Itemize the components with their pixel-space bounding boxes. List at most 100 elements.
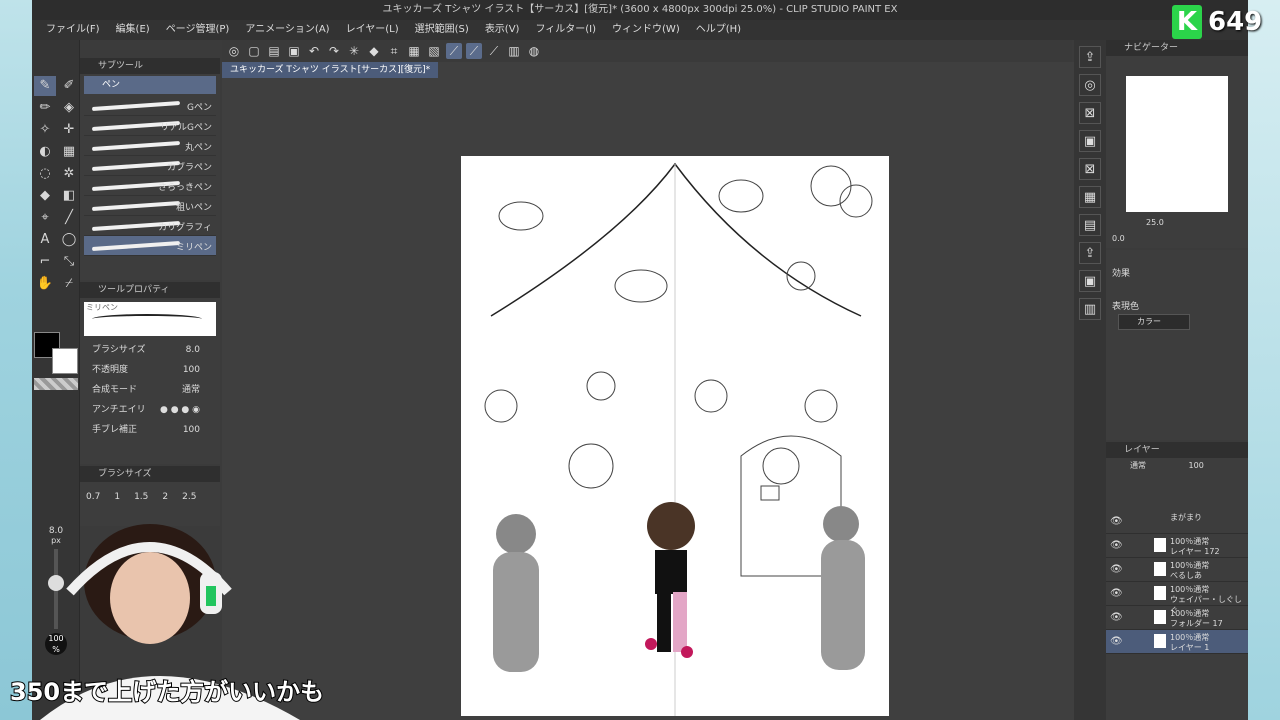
eraser-tool-icon[interactable]: ◈ [58, 98, 80, 118]
smart-icon[interactable]: ◍ [526, 43, 542, 59]
menu-layer[interactable]: レイヤー(L) [338, 20, 407, 40]
eye-icon[interactable]: 👁 [1110, 612, 1123, 623]
menu-filter[interactable]: フィルター(I) [527, 20, 604, 40]
fill-tool-icon[interactable]: ◆ [34, 186, 56, 206]
size-preset[interactable]: 1.5 [134, 492, 148, 502]
dock-icon[interactable]: ▥ [1079, 298, 1101, 320]
magic-wand-icon[interactable]: ✲ [58, 164, 80, 184]
menu-view[interactable]: 表示(V) [477, 20, 528, 40]
deselect-icon[interactable]: ▧ [426, 43, 442, 59]
snap-ruler-icon[interactable]: ⟋ [446, 43, 462, 59]
fill-icon[interactable]: ◆ [366, 43, 382, 59]
snap-special-ruler-icon[interactable]: ⟋ [466, 43, 482, 59]
size-preset[interactable]: 0.7 [86, 492, 100, 502]
canvas-area[interactable]: ユキッカーズ Tシャツ イラスト[サーカス][復元]* [222, 62, 1074, 720]
blend-mode-row[interactable]: 合成モード 通常 [80, 380, 220, 400]
dock-icon[interactable]: ▦ [1079, 186, 1101, 208]
display-color-select[interactable]: カラー [1118, 314, 1190, 330]
move-tool-icon[interactable]: ✛ [58, 120, 80, 140]
dock-icon[interactable]: ▣ [1079, 270, 1101, 292]
document-tab[interactable]: ユキッカーズ Tシャツ イラスト[サーカス][復元]* [222, 62, 439, 78]
brush-round-pen[interactable]: 丸ペン [84, 136, 216, 156]
grid-tool-icon[interactable]: ▦ [58, 142, 80, 162]
brush-g-pen[interactable]: Gペン [84, 96, 216, 116]
frame-tool-icon[interactable]: ⌐ [34, 252, 56, 272]
layer-blend-mode[interactable]: 通常 [1130, 461, 1146, 470]
brush-real-g-pen[interactable]: リアルGペン [84, 116, 216, 136]
object-tool-icon[interactable]: ⌖ [34, 208, 56, 228]
select-all-icon[interactable]: ▦ [406, 43, 422, 59]
brush-mili-pen[interactable]: ミリペン [84, 236, 216, 256]
subtool-group-pen[interactable]: ペン [84, 76, 216, 94]
layer-row[interactable]: 👁 100％通常 べるしあ [1106, 558, 1248, 582]
opacity-value[interactable]: 100 [183, 360, 200, 380]
menu-help[interactable]: ヘルプ(H) [688, 20, 749, 40]
text-tool-icon[interactable]: A [34, 230, 56, 250]
brush-smooth-pen[interactable]: さらっきペン [84, 176, 216, 196]
dock-icon[interactable]: ⊠ [1079, 102, 1101, 124]
brush-calligraphy[interactable]: カリグラフィ [84, 216, 216, 236]
stabilization-row[interactable]: 手ブレ補正 100 [80, 420, 220, 440]
dock-icon[interactable]: ▣ [1079, 130, 1101, 152]
navigator-zoom[interactable]: 25.0 [1146, 218, 1164, 227]
size-preset[interactable]: 1 [114, 492, 120, 502]
eye-icon[interactable]: 👁 [1110, 540, 1123, 551]
navigator-thumbnail[interactable] [1126, 76, 1228, 212]
sub-color-swatch[interactable] [52, 348, 78, 374]
layer-blend-row[interactable]: 通常 100 [1106, 458, 1248, 474]
eye-icon[interactable]: 👁 [1110, 588, 1123, 599]
opacity-row[interactable]: 不透明度 100 [80, 360, 220, 380]
dock-icon[interactable]: ▤ [1079, 214, 1101, 236]
save-icon[interactable]: ▣ [286, 43, 302, 59]
ruler-tool-icon[interactable]: ⤡ [58, 252, 80, 272]
hand-tool-icon[interactable]: ✋ [34, 274, 56, 294]
dock-icon[interactable]: ⊠ [1079, 158, 1101, 180]
app-icon[interactable]: ◎ [226, 43, 242, 59]
menu-animation[interactable]: アニメーション(A) [237, 20, 337, 40]
menu-page[interactable]: ページ管理(P) [158, 20, 238, 40]
decoration-tool-icon[interactable]: ✧ [34, 120, 56, 140]
menu-window[interactable]: ウィンドウ(W) [604, 20, 688, 40]
eye-icon[interactable]: 👁 [1110, 564, 1123, 575]
menu-edit[interactable]: 編集(E) [108, 20, 158, 40]
snap-grid-icon[interactable]: ⟋ [486, 43, 502, 59]
new-file-icon[interactable]: ▢ [246, 43, 262, 59]
size-preset[interactable]: 2 [162, 492, 168, 502]
line-tool-icon[interactable]: ╱ [58, 208, 80, 228]
eyedropper-icon[interactable]: ⌿ [58, 274, 80, 294]
antialias-row[interactable]: アンチエイリ ● ● ● ◉ [80, 400, 220, 420]
eye-icon[interactable]: 👁 [1110, 516, 1123, 527]
balloon-tool-icon[interactable]: ◯ [58, 230, 80, 250]
antialias-dots-icon[interactable]: ● ● ● ◉ [160, 400, 200, 420]
layer-row[interactable]: 👁 100％通常 ウェイパー・しぐしぐ [1106, 582, 1248, 615]
open-folder-icon[interactable]: ▤ [266, 43, 282, 59]
pen-tool-icon[interactable]: ✎ [34, 76, 56, 96]
eye-icon[interactable]: 👁 [1110, 636, 1123, 647]
brush-kabura-pen[interactable]: カブラペン [84, 156, 216, 176]
blend-tool-icon[interactable]: ◐ [34, 142, 56, 162]
layer-opacity[interactable]: 100 [1189, 461, 1204, 470]
undo-icon[interactable]: ↶ [306, 43, 322, 59]
stabilization-value[interactable]: 100 [183, 420, 200, 440]
layer-row-selected[interactable]: 👁 100％通常 レイヤー 1 [1106, 630, 1248, 654]
brush-size-row[interactable]: ブラシサイズ 8.0 [80, 340, 220, 360]
clear-icon[interactable]: ✳ [346, 43, 362, 59]
layer-row[interactable]: 👁 まがまり [1106, 510, 1248, 534]
lasso-tool-icon[interactable]: ◌ [34, 164, 56, 184]
menu-selection[interactable]: 選択範囲(S) [407, 20, 477, 40]
layer-row[interactable]: 👁 100％通常 フォルダー 17 [1106, 606, 1248, 630]
brush-rough-pen[interactable]: 粗いペン [84, 196, 216, 216]
brush-size-value[interactable]: 8.0 [186, 340, 200, 360]
menu-file[interactable]: ファイル(F) [38, 20, 108, 40]
drawing-canvas[interactable] [461, 156, 889, 716]
brush-tool-icon[interactable]: ✏ [34, 98, 56, 118]
dock-icon[interactable]: ⇪ [1079, 242, 1101, 264]
search-icon[interactable]: ◎ [1079, 74, 1101, 96]
gradient-tool-icon[interactable]: ◧ [58, 186, 80, 206]
blend-mode-select[interactable]: 通常 [182, 380, 200, 400]
transparent-color-swatch[interactable] [34, 378, 78, 390]
memo-icon[interactable]: ▥ [506, 43, 522, 59]
pencil-tool-icon[interactable]: ✐ [58, 76, 80, 96]
redo-icon[interactable]: ↷ [326, 43, 342, 59]
size-preset[interactable]: 2.5 [182, 492, 196, 502]
